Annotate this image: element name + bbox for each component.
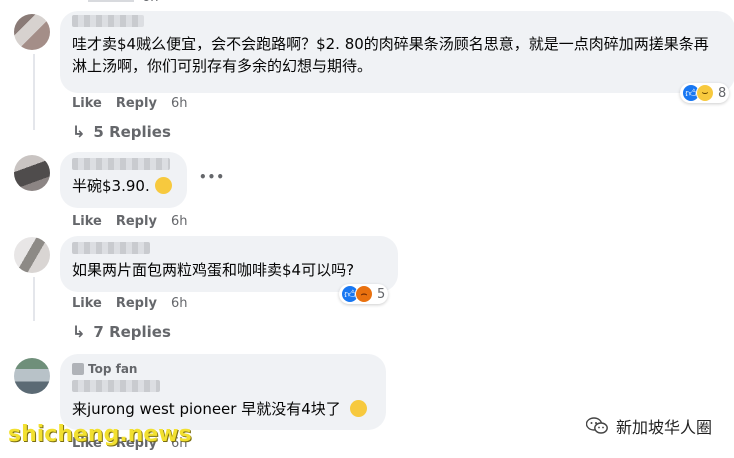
comment-text-content: 半碗$3.90. xyxy=(72,177,150,195)
replies-label: 7 Replies xyxy=(93,322,171,341)
comment-author-blurred[interactable] xyxy=(72,15,144,27)
like-link[interactable]: Like xyxy=(72,96,102,111)
thread-line xyxy=(33,277,35,321)
comment-text-content: 来jurong west pioneer 早就没有4块了 xyxy=(72,400,341,418)
comment-actions: Like Reply 6h xyxy=(72,214,187,229)
comment-text: 半碗$3.90. xyxy=(72,175,175,197)
watermark-shicheng: shicheng.news xyxy=(8,422,192,447)
laughing-emoji-icon xyxy=(154,177,172,194)
reply-link[interactable]: Reply xyxy=(116,214,157,229)
reply-link[interactable]: Reply xyxy=(116,296,157,311)
avatar[interactable] xyxy=(14,14,50,50)
haha-reaction-icon: ⌣ xyxy=(696,84,714,102)
wechat-logo-icon xyxy=(585,417,608,435)
avatar[interactable] xyxy=(14,155,50,191)
comment-time[interactable]: 6h xyxy=(171,296,188,311)
replies-label: 5 Replies xyxy=(93,122,171,141)
reply-arrow-icon: ↳ xyxy=(72,122,86,141)
comment-time[interactable]: 6h xyxy=(171,96,188,111)
thread-line xyxy=(33,54,35,130)
avatar[interactable] xyxy=(14,237,50,273)
view-replies-link[interactable]: ↳ 7 Replies xyxy=(72,322,171,341)
reply-link[interactable]: Reply xyxy=(116,96,157,111)
watermark-wechat: 新加坡华人圈 xyxy=(585,414,712,438)
like-link[interactable]: Like xyxy=(72,296,102,311)
comment-text: 如果两片面包两粒鸡蛋和咖啡卖$4可以吗? xyxy=(72,261,355,279)
top-fan-badge: Top fan xyxy=(72,362,137,376)
comment-bubble: 哇才卖$4贼么便宜，会不会跑路啊？$2. 80的肉碎果条汤顾名思意，就是一点肉碎… xyxy=(60,11,734,93)
watermark-text: 新加坡华人圈 xyxy=(615,418,712,437)
smirk-emoji-icon xyxy=(349,400,367,417)
like-link[interactable]: Like xyxy=(72,214,102,229)
avatar[interactable] xyxy=(14,358,50,394)
comment-bubble: 半碗$3.90. xyxy=(60,152,187,208)
comment-actions: Like Reply 6h xyxy=(72,296,187,311)
top-time: 6h xyxy=(142,0,159,5)
view-replies-link[interactable]: ↳ 5 Replies xyxy=(72,122,171,141)
comment-actions: Like Reply 6h xyxy=(72,96,187,111)
reaction-count: 5 xyxy=(377,286,386,302)
comment-author-blurred[interactable] xyxy=(72,242,150,254)
reply-arrow-icon: ↳ xyxy=(72,322,86,341)
angry-reaction-icon: ⌢ xyxy=(355,285,373,303)
comment-text: 来jurong west pioneer 早就没有4块了 xyxy=(72,398,367,420)
top-fan-icon xyxy=(72,363,84,375)
comment-author-blurred[interactable] xyxy=(72,158,170,170)
top-fan-label: Top fan xyxy=(88,362,138,376)
top-partial-meta: 6h xyxy=(88,0,159,5)
comment-text: 哇才卖$4贼么便宜，会不会跑路啊？$2. 80的肉碎果条汤顾名思意，就是一点肉碎… xyxy=(72,35,709,75)
reaction-summary[interactable]: 👍︎ ⌢ 5 xyxy=(339,284,389,304)
reaction-count: 8 xyxy=(718,85,727,101)
more-options-icon[interactable]: ••• xyxy=(199,170,225,184)
comment-time[interactable]: 6h xyxy=(171,214,188,229)
partial-author xyxy=(88,0,134,2)
comment-bubble: Top fan 来jurong west pioneer 早就没有4块了 xyxy=(60,354,386,430)
reaction-summary[interactable]: 👍︎ ⌣ 8 xyxy=(680,83,730,103)
comment-author-blurred[interactable] xyxy=(72,380,160,392)
